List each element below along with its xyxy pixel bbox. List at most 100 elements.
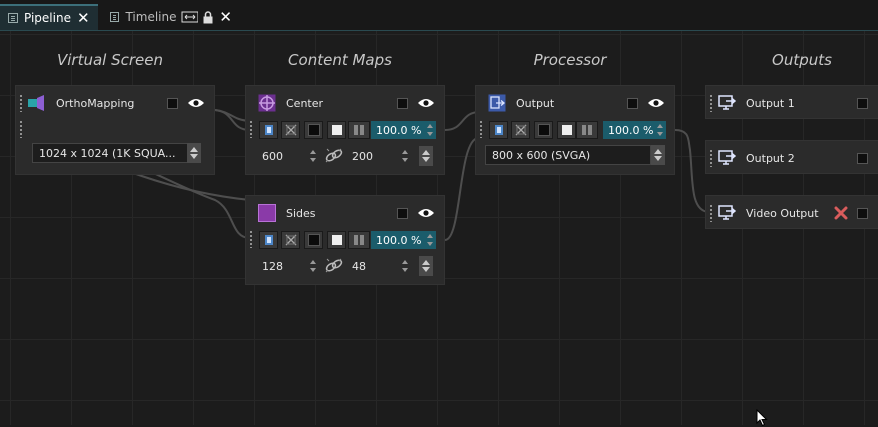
color-swatch-icon [258,204,276,222]
height-value: 48 [352,259,366,273]
document-icon [8,13,18,23]
opacity-spinbox[interactable]: 100.0 % [603,121,666,139]
tab-bar: Pipeline ✕ Timeline ✕ [0,0,878,30]
input-port-grip[interactable] [479,120,483,138]
opacity-value: 100.0 % [376,233,422,247]
width-value: 600 [262,149,283,163]
content-map-name-center: Center [286,97,324,110]
column-title-processor: Processor [533,51,607,69]
virtual-screen-node[interactable]: OrthoMapping 1024 x 1024 (1K SQUA... [15,85,215,175]
close-tab-pipeline-icon[interactable]: ✕ [77,10,90,26]
output-name: Output 2 [746,152,795,165]
content-map-name-sides: Sides [286,207,316,220]
transform-button[interactable] [281,121,300,139]
blend-mode-button[interactable] [489,121,508,139]
mouse-cursor-icon [756,409,768,427]
camera-mapping-icon [28,95,44,111]
close-tab-timeline-icon[interactable]: ✕ [219,9,232,25]
opacity-value: 100.0 % [376,123,422,137]
pause-button[interactable] [348,121,370,139]
input-port-grip[interactable] [709,94,713,112]
blend-mode-button[interactable] [259,231,278,249]
processor-resolution-stepper[interactable] [651,145,665,165]
processor-output-icon [488,94,506,112]
transform-icon [285,124,296,136]
fit-width-icon[interactable] [181,11,199,23]
monitor-output-icon [718,95,736,110]
pause-button[interactable] [576,121,598,139]
pause-icon [354,235,364,245]
eye-icon[interactable] [417,97,435,109]
virtual-screen-name: OrthoMapping [56,97,135,110]
opacity-spinbox[interactable]: 100.0 % [371,121,436,139]
width-value: 128 [262,259,283,273]
opacity-value: 100.0 % [608,123,654,137]
output-enable-checkbox[interactable] [857,208,868,219]
layer-blend-icon [494,125,503,135]
pause-icon [582,125,592,135]
output-name: Video Output [746,207,819,220]
input-port-grip[interactable] [709,204,713,222]
processor-node[interactable]: Output 100.0 % 800 x 600 (SVGA) [475,85,675,175]
output-node-output-1[interactable]: Output 1 [705,85,878,119]
content-map-node-sides[interactable]: Sides 100.0 % 128 48 [245,195,445,285]
virtual-screen-resolution-select[interactable]: 1024 x 1024 (1K SQUA... [32,143,188,163]
content-map-enable-checkbox[interactable] [397,208,408,219]
transform-button[interactable] [511,121,530,139]
processor-enable-checkbox[interactable] [627,98,638,109]
height-value: 200 [352,149,373,163]
chain-link-icon[interactable] [324,147,344,165]
transform-button[interactable] [281,231,300,249]
white-background-button[interactable] [557,121,576,139]
opacity-spinbox[interactable]: 100.0 % [371,231,436,249]
transform-icon [285,234,296,246]
lock-icon[interactable] [202,10,213,24]
width-spin-arrows[interactable] [309,149,317,163]
document-icon [110,12,120,22]
eye-icon[interactable] [187,97,205,109]
size-stepper[interactable] [419,256,433,276]
output-name: Output 1 [746,97,795,110]
height-spin-arrows[interactable] [401,149,409,163]
white-background-button[interactable] [327,231,346,249]
crosshair-target-icon [258,94,276,112]
white-background-button[interactable] [327,121,346,139]
height-spin-arrows[interactable] [401,259,409,273]
input-port-grip[interactable] [249,230,253,248]
column-title-virtual-screen: Virtual Screen [56,51,163,69]
input-port-grip[interactable] [249,120,253,138]
virtual-screen-enable-checkbox[interactable] [167,98,178,109]
processor-name: Output [516,97,555,110]
output-port-grip[interactable] [19,120,23,138]
pause-icon [354,125,364,135]
pause-button[interactable] [348,231,370,249]
content-map-node-center[interactable]: Center 100.0 % 600 200 [245,85,445,175]
content-map-enable-checkbox[interactable] [397,98,408,109]
input-port-grip[interactable] [19,94,23,112]
eye-icon[interactable] [417,207,435,219]
tab-pipeline-label: Pipeline [24,11,71,25]
eye-icon[interactable] [647,97,665,109]
tab-timeline-label: Timeline [125,10,177,24]
tab-timeline[interactable]: Timeline ✕ [102,4,238,30]
layer-blend-icon [264,235,273,245]
monitor-output-icon [718,205,736,220]
black-background-button[interactable] [534,121,553,139]
black-background-button[interactable] [304,231,323,249]
black-background-button[interactable] [304,121,323,139]
output-node-video-output[interactable]: Video Output [705,195,878,229]
input-port-grip[interactable] [709,149,713,167]
layer-blend-icon [264,125,273,135]
blend-mode-button[interactable] [259,121,278,139]
remove-output-icon[interactable] [834,206,848,220]
chain-link-icon[interactable] [324,257,344,275]
virtual-screen-resolution-stepper[interactable] [187,143,201,163]
width-spin-arrows[interactable] [309,259,317,273]
tab-pipeline[interactable]: Pipeline ✕ [0,4,98,30]
output-enable-checkbox[interactable] [857,153,868,164]
output-enable-checkbox[interactable] [857,98,868,109]
output-node-output-2[interactable]: Output 2 [705,140,878,174]
processor-resolution-select[interactable]: 800 x 600 (SVGA) [485,145,651,165]
column-title-content-maps: Content Maps [288,51,392,69]
size-stepper[interactable] [419,146,433,166]
